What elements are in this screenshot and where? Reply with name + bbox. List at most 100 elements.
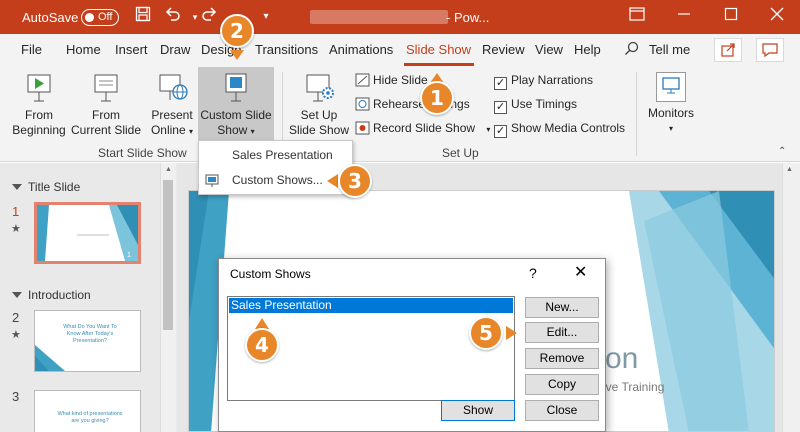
slide-thumbnail-2[interactable]: What Do You Want To Know After Today's P…	[34, 310, 141, 372]
projector-screen-icon	[90, 72, 122, 104]
tab-animations[interactable]: Animations	[329, 42, 393, 57]
from-beginning-label-1: From	[25, 108, 53, 122]
autosave-toggle[interactable]: Off	[81, 9, 119, 26]
from-beginning-label-2: Beginning	[12, 123, 66, 137]
checkbox-checked-icon: ✓	[494, 125, 507, 138]
callout-pointer-3	[327, 174, 338, 188]
present-online-label-2: Online ▾	[146, 123, 198, 139]
comments-button[interactable]	[756, 38, 784, 62]
tell-me-input[interactable]: Tell me	[649, 42, 690, 57]
autosave-state: Off	[98, 11, 113, 23]
custom-show-label-text: Show	[217, 123, 248, 137]
scroll-up-icon[interactable]: ▲	[786, 166, 793, 173]
record-slide-show-button[interactable]: Record Slide Show ▾	[355, 121, 490, 135]
slide-thumbnail-1[interactable]: 1	[34, 202, 141, 264]
slide-number: 3	[12, 389, 20, 404]
hide-slide-label: Hide Slide	[373, 73, 428, 87]
new-button[interactable]: New...	[525, 297, 599, 318]
tab-review[interactable]: Review	[482, 42, 525, 57]
list-item-sales-presentation[interactable]: Sales Presentation	[229, 298, 513, 313]
chevron-down-icon[interactable]: ▾	[486, 125, 490, 134]
tab-help[interactable]: Help	[574, 42, 601, 57]
svg-text:1: 1	[127, 252, 131, 259]
pane-scrollbar-thumb[interactable]	[163, 180, 173, 330]
share-button[interactable]	[714, 38, 742, 62]
group-label-start-slide-show: Start Slide Show	[98, 146, 187, 160]
collapse-ribbon-icon[interactable]: ⌃	[778, 146, 786, 157]
scroll-up-icon[interactable]: ▲	[165, 166, 172, 173]
step-callout-2: 2	[220, 14, 254, 48]
slide-number: 2	[12, 310, 20, 325]
record-icon	[355, 121, 370, 135]
custom-show-icon	[220, 72, 252, 104]
dialog-close-icon[interactable]: ✕	[574, 262, 587, 282]
set-up-slide-show-button[interactable]: Set Up Slide Show	[288, 72, 350, 138]
present-online-label-1: Present	[151, 108, 193, 122]
slide-thumbnail-text: What kind of presentations are you givin…	[57, 411, 123, 424]
edit-button[interactable]: Edit...	[525, 322, 599, 343]
setup-gear-icon	[303, 72, 335, 104]
slide-thumbnail-3[interactable]: What kind of presentations are you givin…	[34, 390, 141, 432]
present-online-button[interactable]: Present Online ▾	[146, 72, 198, 139]
tab-insert[interactable]: Insert	[115, 42, 148, 57]
section-title-slide[interactable]: Title Slide	[12, 180, 80, 194]
section-introduction[interactable]: Introduction	[12, 288, 91, 302]
tab-slide-show[interactable]: Slide Show	[406, 42, 471, 57]
restore-window-icon[interactable]	[626, 6, 648, 28]
play-narrations-label: Play Narrations	[511, 73, 594, 87]
section-label: Introduction	[28, 288, 91, 302]
callout-pointer-2	[230, 50, 244, 60]
maximize-icon[interactable]	[720, 6, 742, 28]
hide-slide-button[interactable]: Hide Slide	[355, 73, 428, 87]
show-media-controls-label: Show Media Controls	[511, 121, 626, 135]
present-online-label-text: Online	[150, 123, 186, 137]
from-beginning-button[interactable]: From Beginning	[10, 72, 68, 138]
set-up-label-1: Set Up	[300, 108, 338, 122]
monitor-icon	[656, 72, 686, 102]
record-slide-show-label: Record Slide Show	[373, 121, 476, 135]
step-callout-5: 5	[469, 316, 503, 350]
tab-transitions[interactable]: Transitions	[255, 42, 318, 57]
redo-icon[interactable]	[198, 6, 220, 28]
dropdown-item-sales-presentation[interactable]: Sales Presentation	[199, 143, 352, 167]
close-button[interactable]: Close	[525, 400, 599, 421]
tab-file[interactable]: File	[21, 42, 42, 57]
collapse-triangle-icon	[12, 184, 22, 190]
section-label: Title Slide	[28, 180, 81, 194]
canvas-scrollbar[interactable]	[782, 163, 800, 432]
help-icon[interactable]: ?	[529, 265, 537, 281]
checkbox-checked-icon: ✓	[494, 101, 507, 114]
from-current-slide-button[interactable]: From Current Slide	[68, 72, 144, 138]
slide-number: 1	[12, 204, 20, 219]
custom-show-label-2: Show ▾	[198, 123, 274, 139]
monitors-label: Monitors	[647, 106, 694, 120]
use-timings-label: Use Timings	[511, 97, 578, 111]
tab-view[interactable]: View	[535, 42, 563, 57]
dialog-title: Custom Shows	[230, 267, 311, 281]
slide-subtitle-fragment: ive Training	[603, 380, 665, 394]
use-timings-checkbox[interactable]: ✓ Use Timings	[494, 97, 577, 114]
customize-toolbar-icon[interactable]: ▾	[255, 6, 277, 28]
save-icon[interactable]	[132, 6, 154, 28]
callout-pointer-5	[506, 326, 517, 340]
slide-star: ★	[11, 329, 21, 341]
step-callout-3: 3	[338, 164, 372, 198]
set-up-label-2: Slide Show	[288, 123, 350, 137]
tab-draw[interactable]: Draw	[160, 42, 190, 57]
undo-icon[interactable]	[162, 6, 184, 28]
search-icon[interactable]	[624, 41, 639, 56]
show-media-controls-checkbox[interactable]: ✓ Show Media Controls	[494, 121, 625, 138]
remove-button[interactable]: Remove	[525, 348, 599, 369]
show-button[interactable]: Show	[441, 400, 515, 421]
custom-slide-show-button[interactable]: Custom Slide Show ▾	[198, 72, 274, 139]
play-narrations-checkbox[interactable]: ✓ Play Narrations	[494, 73, 593, 90]
copy-button[interactable]: Copy	[525, 374, 599, 395]
step-callout-1: 1	[420, 81, 454, 115]
close-icon[interactable]	[766, 6, 788, 28]
autosave-label: AutoSave	[22, 10, 79, 25]
monitors-button[interactable]: Monitors ▾	[644, 72, 698, 136]
title-bar: AutoSave Off ▾ ▾ - Pow...	[0, 0, 800, 34]
tab-home[interactable]: Home	[66, 42, 101, 57]
from-current-label-1: From	[92, 108, 120, 122]
minimize-icon[interactable]	[673, 6, 695, 28]
